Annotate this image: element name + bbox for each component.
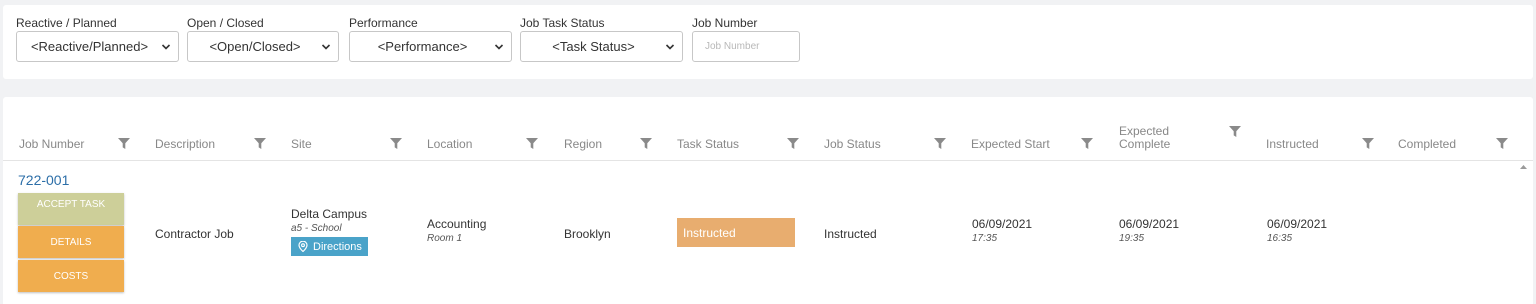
filter-icon[interactable] [526,138,538,149]
column-title-line: Expected [1119,124,1170,138]
scroll-up-icon[interactable] [1520,164,1527,170]
column-job-number[interactable]: Job Number [19,97,134,161]
reactive-planned-select[interactable]: <Reactive/Planned> [16,31,179,62]
filter-icon[interactable] [640,138,652,149]
job-number-label: Job Number [692,16,758,30]
job-number-link[interactable]: 722-001 [18,172,69,188]
chevron-down-icon [665,44,675,50]
reactive-planned-label: Reactive / Planned [16,16,117,30]
instructed-time: 16:35 [1267,233,1293,244]
details-button[interactable]: DETAILS [18,226,124,258]
column-completed[interactable]: Completed [1398,97,1510,161]
task-status-badge: Instructed [677,218,795,247]
column-region[interactable]: Region [564,97,656,161]
performance-value: <Performance> [377,39,468,54]
column-title: Site [291,137,312,151]
description-cell: Contractor Job [155,227,234,241]
location-name: Accounting [427,217,487,231]
task-status-value: <Task Status> [552,39,635,54]
grid-header: Job Number Description Site Location Reg… [3,97,1533,161]
expected-complete-time: 19:35 [1119,233,1145,244]
performance-select[interactable]: <Performance> [349,31,512,62]
site-code: a5 - School [291,223,342,234]
expected-complete-date: 06/09/2021 [1119,217,1180,231]
column-title: Job Status [824,137,881,151]
map-pin-icon [298,241,308,252]
jobs-grid: Job Number Description Site Location Reg… [3,97,1533,304]
site-name: Delta Campus [291,207,368,221]
accept-task-button[interactable]: ACCEPT TASK [18,193,124,225]
column-title: Expected Start [971,137,1050,151]
column-expected-start[interactable]: Expected Start [971,97,1097,161]
instructed-cell: 06/09/2021 16:35 [1267,217,1327,244]
filter-panel: Reactive / Planned <Reactive/Planned> Op… [3,5,1533,79]
column-title: Location [427,137,473,151]
column-title: Completed [1398,137,1457,151]
directions-label: Directions [313,240,362,253]
location-room: Room 1 [427,233,463,244]
expected-start-date: 06/09/2021 [972,217,1033,231]
expected-complete-cell: 06/09/2021 19:35 [1119,217,1179,244]
reactive-planned-filter: Reactive / Planned <Reactive/Planned> [16,16,179,62]
reactive-planned-value: <Reactive/Planned> [30,39,149,54]
job-number-placeholder: Job Number [705,41,760,52]
open-closed-filter: Open / Closed <Open/Closed> [187,16,339,62]
task-status-select[interactable]: <Task Status> [520,31,683,62]
column-instructed[interactable]: Instructed [1266,97,1378,161]
open-closed-value: <Open/Closed> [209,39,301,54]
column-title-line: Complete [1119,137,1171,151]
directions-button[interactable]: Directions [291,237,368,256]
job-number-filter: Job Number Job Number [692,16,800,62]
column-expected-complete[interactable]: Expected Complete [1119,97,1245,161]
expected-start-cell: 06/09/2021 17:35 [972,217,1032,244]
column-title: Expected Complete [1119,125,1170,151]
column-title: Instructed [1266,137,1319,151]
expected-start-time: 17:35 [972,233,998,244]
column-job-status[interactable]: Job Status [824,97,950,161]
filter-icon[interactable] [254,138,266,149]
location-cell: Accounting Room 1 [427,217,486,244]
chevron-down-icon [321,44,331,50]
job-number-input[interactable]: Job Number [692,31,800,62]
site-cell: Delta Campus a5 - School Directions [291,207,368,256]
filter-icon[interactable] [390,138,402,149]
filter-icon[interactable] [1229,126,1241,137]
performance-filter: Performance <Performance> [349,16,512,62]
filter-icon[interactable] [1496,138,1508,149]
column-title: Region [564,137,603,151]
chevron-down-icon [161,44,171,50]
column-site[interactable]: Site [291,97,406,161]
job-status-cell: Instructed [824,227,877,241]
column-title: Description [155,137,216,151]
column-location[interactable]: Location [427,97,542,161]
column-description[interactable]: Description [155,97,270,161]
filter-icon[interactable] [1081,138,1093,149]
filter-icon[interactable] [118,138,130,149]
task-status-filter: Job Task Status <Task Status> [520,16,683,62]
filter-icon[interactable] [1362,138,1374,149]
open-closed-label: Open / Closed [187,16,264,30]
open-closed-select[interactable]: <Open/Closed> [187,31,339,62]
column-title: Job Number [19,137,85,151]
filter-icon[interactable] [787,138,799,149]
table-row: 722-001 ACCEPT TASK DETAILS COSTS Contra… [3,162,1518,304]
region-cell: Brooklyn [564,227,611,241]
task-status-label: Job Task Status [520,16,605,30]
column-title: Task Status [677,137,740,151]
costs-button[interactable]: COSTS [18,260,124,292]
performance-label: Performance [349,16,418,30]
chevron-down-icon [494,44,504,50]
column-task-status[interactable]: Task Status [677,97,803,161]
filter-icon[interactable] [934,138,946,149]
instructed-date: 06/09/2021 [1267,217,1328,231]
